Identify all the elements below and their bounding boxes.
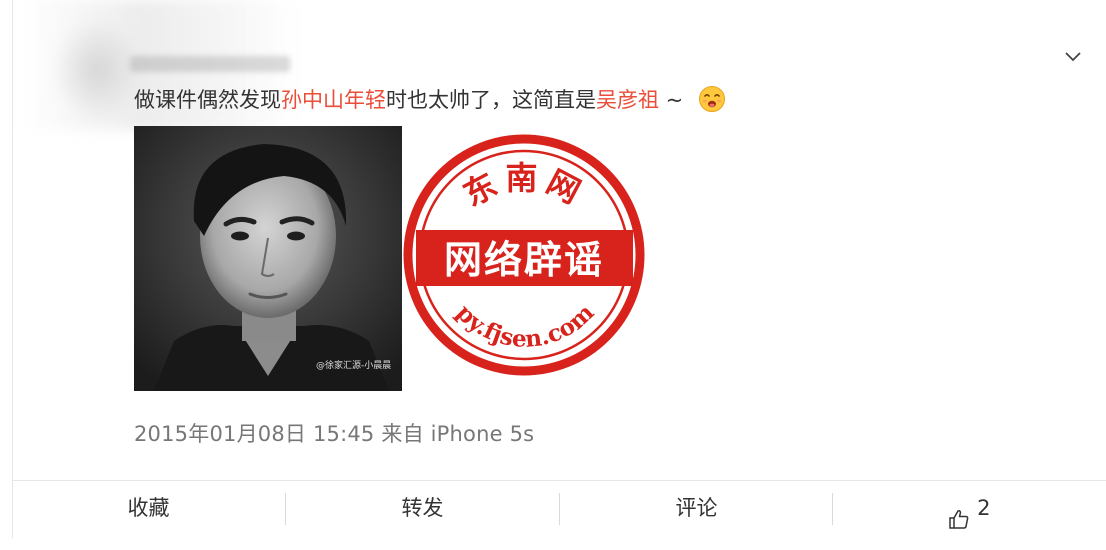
stamp-top-text: 东南网: [457, 159, 592, 214]
topic-link-sun-yatsen[interactable]: 孙中山年轻: [281, 88, 386, 112]
stamp-center-text: 网络辟谣: [444, 238, 604, 282]
post-image-portrait[interactable]: @徐家汇源-小晨晨: [134, 126, 402, 391]
post-timestamp[interactable]: 2015年01月08日 15:45: [134, 422, 374, 446]
blurred-username: [130, 56, 290, 72]
like-button[interactable]: 2: [833, 481, 1106, 538]
favorite-button[interactable]: 收藏: [12, 481, 285, 538]
image-watermark: @徐家汇源-小晨晨: [316, 359, 391, 371]
comment-button[interactable]: 评论: [560, 481, 833, 538]
post-text-part: ~: [659, 88, 690, 112]
post-text-part: 时也太帅了，这简直是: [386, 88, 596, 112]
portrait-photo: @徐家汇源-小晨晨: [134, 126, 402, 391]
post-text: 做课件偶然发现孙中山年轻时也太帅了，这简直是吴彦祖 ~: [134, 84, 726, 116]
thumbs-up-icon: [948, 496, 970, 529]
action-bar: 收藏 转发 评论 2: [12, 481, 1106, 538]
drooling-face-icon: [698, 85, 726, 113]
post-source: 来自 iPhone 5s: [381, 422, 535, 446]
more-options-button[interactable]: [1062, 46, 1084, 68]
rumor-debunk-stamp: 东南网 网络辟谣 py.fjsen.com: [402, 130, 647, 380]
chevron-down-icon: [1065, 52, 1081, 62]
post-text-part: 做课件偶然发现: [134, 88, 281, 112]
repost-button[interactable]: 转发: [286, 481, 559, 538]
post-meta: 2015年01月08日 15:45 来自 iPhone 5s: [134, 418, 534, 448]
like-count: 2: [977, 496, 991, 520]
topic-link-wu-yanzu[interactable]: 吴彦祖: [596, 88, 659, 112]
